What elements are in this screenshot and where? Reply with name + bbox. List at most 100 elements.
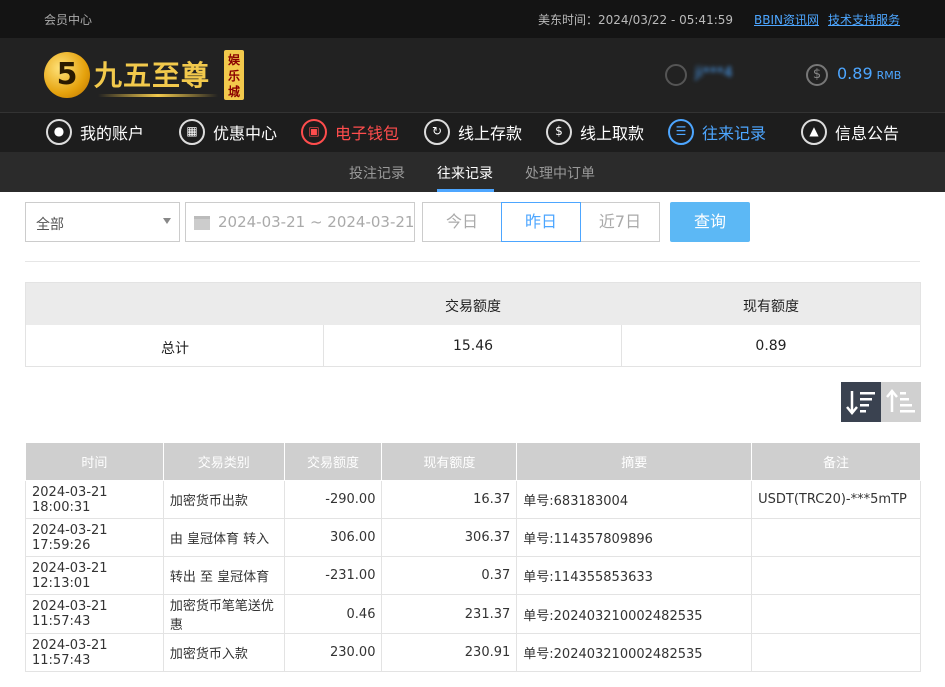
column-header-note: 备注 [751, 442, 921, 481]
cell-balance: 231.37 [381, 594, 518, 634]
summary-total-balance: 0.89 [755, 338, 787, 354]
eastern-time: 美东时间：2024/03/22 - 05:41:59 [538, 13, 734, 27]
cell-time: 2024-03-21 18:00:31 [25, 480, 164, 519]
cell-time: 2024-03-21 11:57:43 [25, 633, 164, 672]
yesterday-button[interactable]: 昨日 [501, 202, 581, 242]
cell-type: 加密货币入款 [162, 633, 285, 672]
cell-note [751, 518, 921, 557]
search-button[interactable]: 查询 [670, 202, 750, 242]
bbin-news-link[interactable]: BBIN资讯网 [754, 11, 819, 28]
table-row: 2024-03-21 17:59:26 由 皇冠体育 转入 306.00 306… [25, 518, 921, 557]
nav-my-account[interactable]: ● 我的账户 [46, 119, 144, 147]
bell-icon: ▲ [801, 119, 827, 145]
dollar-icon: $ [806, 64, 828, 86]
table-header-row: 时间 交易类别 交易额度 现有额度 摘要 备注 [25, 442, 921, 481]
user-icon: ● [46, 119, 72, 145]
divider [25, 261, 920, 262]
summary-total-amount: 15.46 [452, 338, 494, 354]
sub-nav: 投注记录 往来记录 处理中订单 [0, 152, 945, 192]
active-tab-indicator [437, 189, 494, 192]
column-header-type: 交易类别 [162, 442, 285, 481]
cell-type: 加密货币笔笔送优惠 [162, 594, 285, 634]
table-row: 2024-03-21 18:00:31 加密货币出款 -290.00 16.37… [25, 480, 921, 519]
table-row: 2024-03-21 11:57:43 加密货币笔笔送优惠 0.46 231.3… [25, 594, 921, 634]
nav-online-deposit[interactable]: ↻ 线上存款 [424, 119, 522, 147]
transaction-type-value: 全部 [36, 217, 64, 233]
logo-text: 九五至尊 [94, 59, 211, 92]
cell-amount: 0.46 [283, 594, 383, 634]
sort-controls [841, 382, 921, 422]
column-header-amount: 交易额度 [283, 442, 383, 481]
cell-balance: 306.37 [381, 518, 518, 557]
table-row: 2024-03-21 11:57:43 加密货币入款 230.00 230.91… [25, 633, 921, 672]
tab-pending-orders[interactable]: 处理中订单 [525, 163, 595, 183]
cell-summary: 单号:202403210002482535 [516, 594, 753, 634]
nav-e-wallet[interactable]: ▣ 电子钱包 [301, 119, 399, 147]
cell-balance: 16.37 [381, 480, 518, 519]
summary-total-label: 总计 [161, 341, 189, 357]
column-header-time: 时间 [25, 442, 164, 481]
cell-note: USDT(TRC20)-***5mTP [751, 480, 921, 519]
date-range-input[interactable]: 2024-03-21 ~ 2024-03-21 [185, 202, 415, 242]
table-row: 2024-03-21 12:13:01 转出 至 皇冠体育 -231.00 0.… [25, 556, 921, 595]
cell-amount: 230.00 [283, 633, 383, 672]
summary-header-balance: 现有额度 [743, 299, 799, 315]
main-nav: ● 我的账户 ▦ 优惠中心 ▣ 电子钱包 ↻ 线上存款 $ 线上取款 ☰ 往来记录 ▲ 信息公… [0, 112, 945, 152]
cell-summary: 单号:114355853633 [516, 556, 753, 595]
tech-support-link[interactable]: 技术支持服务 [828, 11, 900, 28]
tab-bet-records[interactable]: 投注记录 [349, 163, 405, 183]
column-header-summary: 摘要 [516, 442, 753, 481]
logo-badge: 娱乐城 [224, 50, 244, 100]
filter-bar: 全部 2024-03-21 ~ 2024-03-21 今日 昨日 近7日 查询 [25, 202, 925, 242]
summary-header-amount: 交易额度 [445, 299, 501, 315]
today-button[interactable]: 今日 [422, 202, 502, 242]
top-bar: 会员中心 美东时间：2024/03/22 - 05:41:59 BBIN资讯网 … [0, 0, 945, 38]
site-logo[interactable]: 5 九五至尊 娱乐城 [44, 48, 244, 102]
cell-balance: 230.91 [381, 633, 518, 672]
cell-summary: 单号:202403210002482535 [516, 633, 753, 672]
header: 5 九五至尊 娱乐城 ji***4 $ 0.89 RMB [0, 38, 945, 112]
cell-time: 2024-03-21 17:59:26 [25, 518, 164, 557]
cell-balance: 0.37 [381, 556, 518, 595]
cell-amount: -231.00 [283, 556, 383, 595]
nav-online-withdraw[interactable]: $ 线上取款 [546, 119, 644, 147]
member-center-label[interactable]: 会员中心 [44, 11, 92, 28]
cell-summary: 单号:114357809896 [516, 518, 753, 557]
gift-icon: ▦ [179, 119, 205, 145]
user-avatar-icon [665, 64, 687, 86]
withdraw-icon: $ [546, 119, 572, 145]
sort-descending-button[interactable] [841, 382, 881, 422]
record-icon: ☰ [668, 119, 694, 145]
cell-note [751, 556, 921, 595]
nav-transaction-records[interactable]: ☰ 往来记录 [668, 119, 766, 147]
username: ji***4 [695, 65, 733, 81]
cell-amount: 306.00 [283, 518, 383, 557]
deposit-icon: ↻ [424, 119, 450, 145]
cell-amount: -290.00 [283, 480, 383, 519]
logo-coin-icon: 5 [44, 52, 90, 98]
cell-time: 2024-03-21 12:13:01 [25, 556, 164, 595]
nav-promotions[interactable]: ▦ 优惠中心 [179, 119, 277, 147]
transaction-type-select[interactable]: 全部 [25, 202, 180, 242]
date-range-value: 2024-03-21 ~ 2024-03-21 [218, 213, 415, 231]
calendar-icon [194, 215, 210, 230]
column-header-balance: 现有额度 [381, 442, 518, 481]
cell-note [751, 633, 921, 672]
chevron-down-icon [163, 218, 171, 224]
cell-note [751, 594, 921, 634]
balance-currency: RMB [876, 69, 902, 82]
tab-transaction-records[interactable]: 往来记录 [437, 163, 493, 183]
balance-amount: 0.89 [837, 64, 873, 83]
sort-ascending-icon [886, 389, 915, 413]
cell-time: 2024-03-21 11:57:43 [25, 594, 164, 634]
records-table: 时间 交易类别 交易额度 现有额度 摘要 备注 2024-03-21 18:00… [25, 442, 921, 672]
cell-type: 转出 至 皇冠体育 [162, 556, 285, 595]
sort-ascending-button[interactable] [881, 382, 921, 422]
nav-announcements[interactable]: ▲ 信息公告 [801, 119, 899, 147]
wallet-icon: ▣ [301, 119, 327, 145]
last-7-days-button[interactable]: 近7日 [580, 202, 660, 242]
cell-type: 由 皇冠体育 转入 [162, 518, 285, 557]
summary-table: 交易额度 现有额度 总计 15.46 0.89 [25, 282, 921, 367]
cell-type: 加密货币出款 [162, 480, 285, 519]
logo-ornament [98, 94, 218, 97]
